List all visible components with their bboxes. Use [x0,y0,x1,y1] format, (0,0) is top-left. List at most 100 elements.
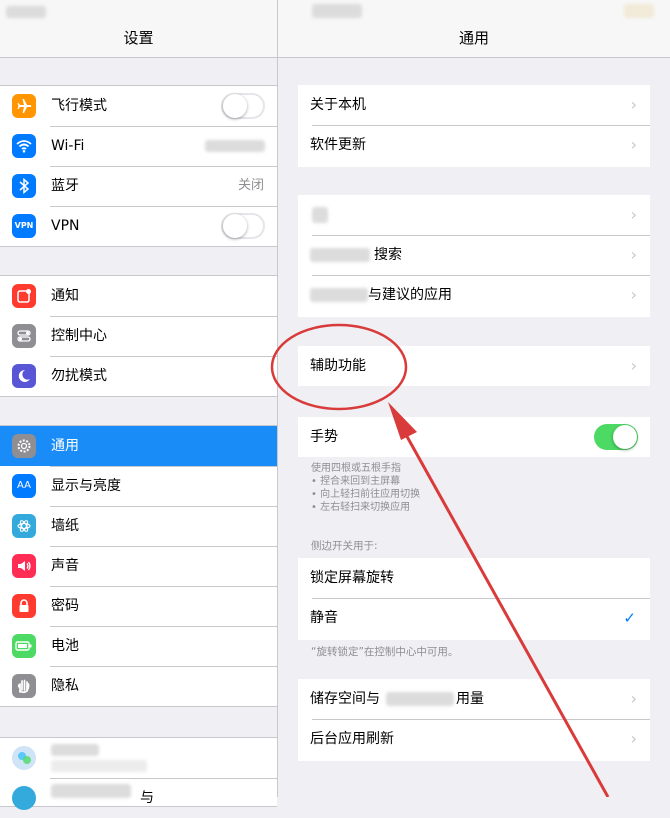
sidebar-item-label: 显示与亮度 [51,478,121,494]
chevron-right-icon: › [630,689,637,708]
sidebar-item-vpn[interactable]: VPN VPN [0,206,277,246]
blurred-label [51,744,99,756]
gesture-footnote: 使用四根或五根手指 • 捏合来回到主屏幕 • 向上轻扫前往应用切换 • 左右轻扫… [311,462,420,514]
background-app-refresh-row[interactable]: 后台应用刷新 › [298,719,650,759]
sound-icon [12,554,36,578]
bluetooth-status-value: 关闭 [237,178,264,193]
row-label: 搜索 [374,247,402,263]
battery-icon [12,634,36,658]
about-row[interactable]: 关于本机 › [298,85,650,125]
row-label: 手势 [310,429,338,445]
storage-usage-row[interactable]: 储存空间与 用量 › [298,679,650,719]
connectivity-group: 飞行模式 Wi-Fi 蓝牙 关闭 VPN VPN [0,85,277,247]
sidebar-item-privacy[interactable]: 隐私 [0,666,277,706]
sidebar-item-notifications[interactable]: 通知 [0,276,277,316]
blurred-label [312,207,328,223]
sidebar-nav-bar: 设置 [0,0,277,58]
sidebar-item-label: Wi-Fi [51,138,85,154]
row-label: 辅助功能 [310,358,366,374]
display-icon: AA [12,474,36,498]
chevron-right-icon: › [630,356,637,375]
sidebar-item-label: 飞行模式 [51,98,107,114]
row-label: 关于本机 [310,97,366,113]
sidebar-item-label: 电池 [51,638,79,654]
airplane-icon [12,94,36,118]
rotation-footnote: “旋转锁定”在控制中心中可用。 [311,646,459,658]
sidebar-item-label: VPN [51,218,80,234]
gear-icon [12,434,36,458]
sidebar-item-label: 密码 [51,598,79,614]
lock-rotation-row[interactable]: 锁定屏幕旋转 [298,558,650,598]
search-row[interactable]: 搜索 › [298,235,650,275]
notifications-icon [12,284,36,308]
search-group: › 搜索 › 与建议的应用 › [298,195,650,317]
gestures-row: 手势 [298,417,650,457]
sidebar-item-wifi[interactable]: Wi-Fi [0,126,277,166]
game-center-icon [12,746,36,770]
sidebar-item-display-brightness[interactable]: AA 显示与亮度 [0,466,277,506]
wifi-icon [12,134,36,158]
blurred-label [386,692,454,706]
chevron-right-icon: › [630,285,637,304]
airplane-mode-toggle[interactable] [221,93,265,119]
footnote-line: 使用四根或五根手指 [311,463,401,474]
blurred-row[interactable]: › [298,195,650,235]
gestures-toggle[interactable] [594,424,638,450]
row-label: 用量 [456,691,484,707]
sidebar-item-label: 蓝牙 [51,178,79,194]
notifications-group: 通知 控制中心 勿扰模式 [0,275,277,397]
gestures-group: 手势 [298,417,650,457]
sidebar-item-sounds[interactable]: 声音 [0,546,277,586]
row-label: 软件更新 [310,137,366,153]
sidebar-item-partial[interactable]: 与 [0,778,277,818]
detail-nav-bar: 通用 [278,0,670,58]
about-group: 关于本机 › 软件更新 › [298,85,650,167]
sidebar-item-label: 通知 [51,288,79,304]
sidebar-item-label: 与 [140,790,154,806]
side-switch-group: 锁定屏幕旋转 静音 ✓ [298,558,650,640]
sidebar-item-airplane-mode[interactable]: 飞行模式 [0,86,277,126]
blurred-label [310,248,370,262]
chevron-right-icon: › [630,245,637,264]
detail-title: 通用 [458,29,489,47]
control-center-icon [12,324,36,348]
sidebar-item-passcode[interactable]: 密码 [0,586,277,626]
wallpaper-icon [12,514,36,538]
accessibility-row[interactable]: 辅助功能 › [298,346,650,386]
general-detail-pane: 通用 关于本机 › 软件更新 › › 搜索 › 与建议的应用 › 辅助功能 › … [278,0,670,797]
status-bar-blurred [312,4,362,18]
sidebar-item-label: 声音 [51,558,79,574]
sidebar-item-game-center[interactable] [0,738,277,778]
chevron-right-icon: › [630,95,637,114]
footnote-line: • 左右轻扫来切换应用 [311,502,411,513]
suggested-apps-row[interactable]: 与建议的应用 › [298,275,650,315]
status-bar-blurred [624,4,654,18]
side-switch-header: 侧边开关用于: [311,540,378,552]
bluetooth-icon [12,174,36,198]
sidebar-item-label: 控制中心 [51,328,107,344]
mute-row[interactable]: 静音 ✓ [298,598,650,638]
sidebar-item-control-center[interactable]: 控制中心 [0,316,277,356]
row-label: 与建议的应用 [368,287,452,303]
sidebar-item-battery[interactable]: 电池 [0,626,277,666]
general-group: 通用 AA 显示与亮度 墙纸 声音 密码 电池 隐私 [0,425,277,707]
row-label: 储存空间与 [310,691,380,707]
partial-icon [12,786,36,810]
sidebar-item-wallpaper[interactable]: 墙纸 [0,506,277,546]
moon-icon [12,364,36,388]
vpn-icon: VPN [12,214,36,238]
sidebar-item-do-not-disturb[interactable]: 勿扰模式 [0,356,277,396]
software-update-row[interactable]: 软件更新 › [298,125,650,165]
blurred-label [310,288,368,302]
footnote-line: • 向上轻扫前往应用切换 [311,489,421,500]
hand-icon [12,674,36,698]
sidebar-item-bluetooth[interactable]: 蓝牙 关闭 [0,166,277,206]
sidebar-item-general[interactable]: 通用 [0,426,277,466]
blurred-label [51,760,147,772]
sidebar-item-label: 墙纸 [51,518,79,534]
checkmark-icon: ✓ [623,609,636,627]
vpn-toggle[interactable] [221,213,265,239]
sidebar-item-label: 勿扰模式 [51,368,107,384]
sidebar-title: 设置 [123,29,154,47]
footnote-line: • 捏合来回到主屏幕 [311,476,401,487]
